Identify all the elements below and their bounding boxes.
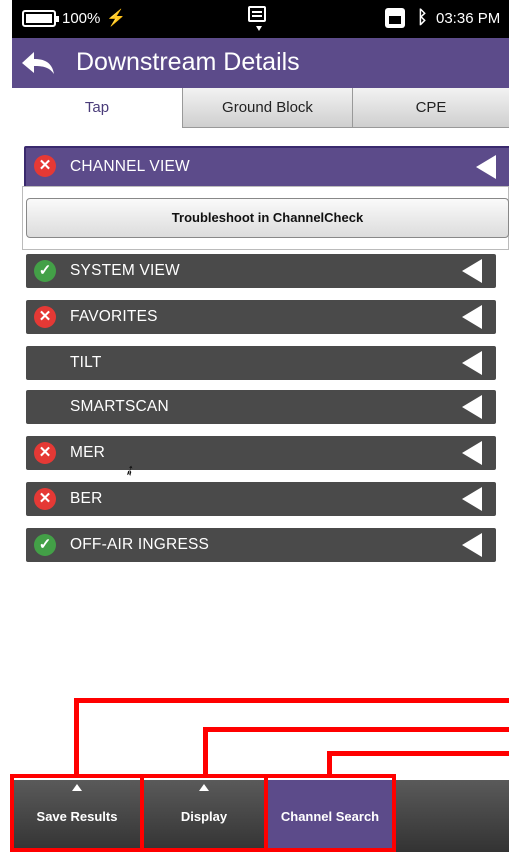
- expand-arrow-icon[interactable]: [462, 487, 482, 511]
- row-system-view[interactable]: ✓ SYSTEM VIEW: [26, 254, 496, 288]
- row-label: BER: [70, 490, 103, 507]
- annotation-box-display: [140, 774, 268, 852]
- tab-tap[interactable]: Tap: [12, 88, 182, 128]
- fail-icon: ✕: [34, 306, 56, 328]
- expand-arrow-icon[interactable]: [462, 351, 482, 375]
- fail-icon: ✕: [34, 442, 56, 464]
- results-list: ✕ CHANNEL VIEW Troubleshoot in ChannelCh…: [12, 128, 509, 768]
- expand-arrow-icon[interactable]: [462, 395, 482, 419]
- row-label: SMARTSCAN: [70, 398, 169, 415]
- tab-ground-block[interactable]: Ground Block: [182, 88, 352, 128]
- row-label: MER: [70, 444, 106, 461]
- tab-cpe[interactable]: CPE: [352, 88, 509, 128]
- row-favorites[interactable]: ✕ FAVORITES: [26, 300, 496, 334]
- row-tilt[interactable]: TILT: [26, 346, 496, 380]
- device-screen: 100% ⚡ ᛒ 03:36 PM Downstream Details Tap…: [12, 0, 509, 852]
- back-arrow-icon[interactable]: [20, 49, 56, 77]
- troubleshoot-button[interactable]: Troubleshoot in ChannelCheck: [26, 198, 509, 238]
- expand-arrow-icon[interactable]: [462, 305, 482, 329]
- row-label: TILT: [70, 354, 102, 371]
- row-mer[interactable]: ✕ MER: [26, 436, 496, 470]
- app-header: Downstream Details: [12, 38, 509, 88]
- page-title: Downstream Details: [76, 48, 300, 76]
- tab-bar: Tap Ground Block CPE: [12, 88, 509, 128]
- row-ber[interactable]: ✕ BER: [26, 482, 496, 516]
- row-channel-view[interactable]: ✕ CHANNEL VIEW: [24, 146, 509, 188]
- fail-icon: ✕: [34, 488, 56, 510]
- annotation-box-channel-search: [264, 774, 396, 852]
- bluetooth-icon: ᛒ: [417, 7, 428, 27]
- expand-arrow-icon[interactable]: [462, 533, 482, 557]
- status-bar: 100% ⚡ ᛒ 03:36 PM: [12, 0, 509, 38]
- annotation-line: [203, 727, 509, 732]
- clock: 03:36 PM: [436, 10, 501, 27]
- row-label: OFF-AIR INGRESS: [70, 536, 210, 553]
- ethernet-icon: [385, 8, 405, 28]
- annotation-line: [74, 698, 509, 703]
- expand-arrow-icon[interactable]: [476, 155, 496, 179]
- charging-bolt-icon: ⚡: [106, 10, 126, 27]
- row-smartscan[interactable]: SMARTSCAN: [26, 390, 496, 424]
- annotation-line: [203, 727, 208, 778]
- battery-level: 100%: [62, 10, 101, 27]
- pass-icon: ✓: [34, 534, 56, 556]
- annotation-box-save-results: [10, 774, 144, 852]
- row-label: FAVORITES: [70, 308, 158, 325]
- row-label: CHANNEL VIEW: [70, 158, 190, 175]
- battery-icon: [22, 10, 59, 27]
- row-label: SYSTEM VIEW: [70, 262, 180, 279]
- row-off-air-ingress[interactable]: ✓ OFF-AIR INGRESS: [26, 528, 496, 562]
- expand-arrow-icon[interactable]: [462, 259, 482, 283]
- pass-icon: ✓: [34, 260, 56, 282]
- keyboard-icon[interactable]: [248, 6, 266, 31]
- annotation-line: [327, 751, 509, 756]
- expand-arrow-icon[interactable]: [462, 441, 482, 465]
- annotation-line: [74, 698, 79, 778]
- fail-icon: ✕: [34, 155, 56, 177]
